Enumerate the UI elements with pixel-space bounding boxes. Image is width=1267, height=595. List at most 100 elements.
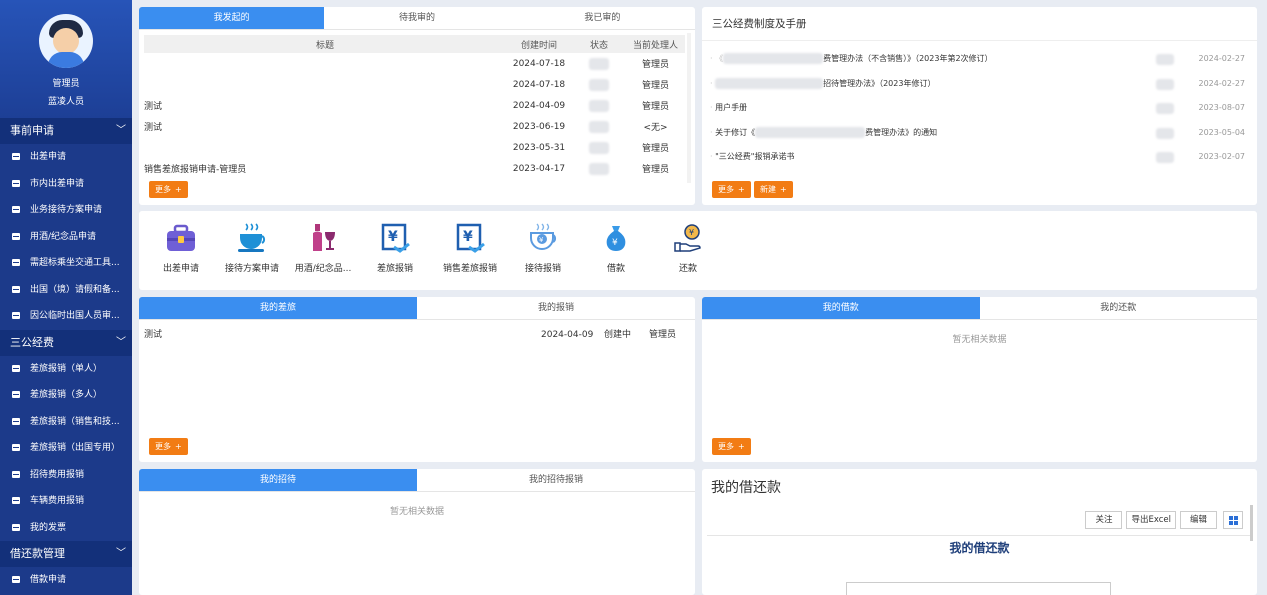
list-item[interactable]: · 《费管理办法（不含销售）》（2023年第2次修订） 2024-02-27 bbox=[710, 47, 1245, 72]
more-button[interactable]: 更多 + bbox=[149, 181, 188, 198]
nav-group-pre-application[interactable]: 事前申请 ﹀ bbox=[0, 118, 132, 144]
redacted-author bbox=[1156, 152, 1174, 163]
row-title[interactable] bbox=[144, 74, 506, 95]
document-icon bbox=[12, 417, 20, 425]
nav-item-my-invoices[interactable]: 我的发票 bbox=[0, 515, 132, 542]
nav-item-loan-application[interactable]: 借款申请 bbox=[0, 567, 132, 594]
table-row[interactable]: 2024-07-18 管理员 bbox=[144, 53, 685, 74]
export-excel-button[interactable]: 导出Excel bbox=[1126, 511, 1176, 529]
nav-item-vehicle-reimburse[interactable]: 车辆费用报销 bbox=[0, 488, 132, 515]
nav-item-reception-plan-application[interactable]: 业务接待方案申请 bbox=[0, 197, 132, 224]
edit-button[interactable]: 编辑 bbox=[1179, 511, 1217, 529]
nav-item-temporary-overseas[interactable]: 因公临时出国人员审... bbox=[0, 303, 132, 330]
quick-link-travel-reimburse[interactable]: ¥ 差旅报销 bbox=[360, 221, 430, 274]
scrollbar[interactable] bbox=[687, 33, 691, 183]
scrollbar[interactable] bbox=[1250, 505, 1253, 541]
follow-button[interactable]: 关注 bbox=[1085, 511, 1123, 529]
table-row[interactable]: 2024-07-18 管理员 bbox=[144, 74, 685, 95]
nav-item-overseas-leave[interactable]: 出国（境）请假和备... bbox=[0, 277, 132, 304]
nav-item-city-trip-application[interactable]: 市内出差申请 bbox=[0, 171, 132, 198]
document-icon bbox=[12, 364, 20, 372]
quick-link-wine-gift[interactable]: 用酒/纪念品... bbox=[288, 221, 358, 274]
policy-panel: 三公经费制度及手册 · 《费管理办法（不含销售）》（2023年第2次修订） 20… bbox=[702, 7, 1257, 205]
quick-link-reception-reimburse[interactable]: ¥ 接待报销 bbox=[508, 221, 578, 274]
tab-my-loans[interactable]: 我的借款 bbox=[702, 297, 980, 319]
tab-my-reception-reimbursements[interactable]: 我的招待报销 bbox=[417, 469, 695, 491]
yen-receipt-icon: ¥ bbox=[456, 223, 485, 253]
coffee-cup-icon bbox=[238, 223, 266, 252]
nav-item-wine-gift-application[interactable]: 用酒/纪念品申请 bbox=[0, 224, 132, 251]
row-handler: 管理员 bbox=[641, 144, 669, 154]
report-toolbar: 关注 导出Excel 编辑 bbox=[707, 502, 1251, 536]
svg-text:¥: ¥ bbox=[612, 238, 618, 248]
nav-group-loan-management[interactable]: 借还款管理 ﹀ bbox=[0, 541, 132, 567]
nav-item-trip-application[interactable]: 出差申请 bbox=[0, 144, 132, 171]
document-icon bbox=[12, 232, 20, 240]
empty-message: 暂无相关数据 bbox=[952, 335, 1007, 345]
document-icon bbox=[12, 576, 20, 583]
tab-my-receptions[interactable]: 我的招待 bbox=[139, 469, 417, 491]
quick-link-reception-plan[interactable]: 接待方案申请 bbox=[217, 221, 287, 274]
nav-item-travel-single[interactable]: 差旅报销（单人） bbox=[0, 356, 132, 383]
row-title[interactable] bbox=[144, 53, 506, 74]
document-icon bbox=[12, 444, 20, 451]
list-item[interactable]: · 招待管理办法》（2023年修订） 2024-02-27 bbox=[710, 72, 1245, 97]
list-item-status: 创建中 bbox=[604, 330, 632, 340]
quick-link-sales-travel-reimburse[interactable]: ¥ 销售差旅报销 bbox=[435, 221, 505, 274]
plus-icon: + bbox=[738, 185, 745, 194]
list-item[interactable]: · 关于修订《 费管理办法》的通知 2023-05-04 bbox=[710, 121, 1245, 146]
tab-my-trips[interactable]: 我的差旅 bbox=[139, 297, 417, 319]
quick-link-repay[interactable]: ¥ 还款 bbox=[653, 221, 723, 274]
nav-item-reception-reimburse[interactable]: 招待费用报销 bbox=[0, 462, 132, 489]
list-item-title[interactable]: 测试 bbox=[144, 330, 162, 340]
row-date: 2023-04-17 bbox=[512, 163, 566, 174]
document-icon bbox=[12, 523, 20, 531]
more-button[interactable]: 更多 + bbox=[149, 438, 188, 455]
tab-my-repayments[interactable]: 我的还款 bbox=[980, 297, 1258, 319]
quick-link-trip-application[interactable]: 出差申请 bbox=[146, 221, 216, 274]
loan-report-title: 我的借还款 bbox=[711, 480, 781, 496]
list-item[interactable]: · "三公经费"报销承诺书 2023-02-07 bbox=[710, 145, 1245, 170]
nav-group-three-public-expenses[interactable]: 三公经费 ﹀ bbox=[0, 329, 132, 356]
avatar[interactable] bbox=[39, 14, 93, 68]
redacted-text bbox=[723, 53, 824, 64]
quick-link-loan[interactable]: ¥ 借款 bbox=[581, 221, 651, 274]
list-item[interactable]: 测试 2024-04-09 创建中 管理员 bbox=[139, 320, 695, 350]
document-icon bbox=[12, 259, 20, 266]
table-row[interactable]: 2023-05-31 管理员 bbox=[144, 137, 685, 158]
report-box bbox=[846, 582, 1111, 595]
row-title[interactable]: 测试 bbox=[144, 95, 506, 116]
receptions-panel: 我的招待 我的招待报销 暂无相关数据 bbox=[139, 469, 695, 595]
more-button[interactable]: 更多 + bbox=[712, 438, 751, 455]
row-title[interactable]: 测试 bbox=[144, 116, 506, 137]
nav-item-travel-multi[interactable]: 差旅报销（多人） bbox=[0, 382, 132, 409]
redacted-author bbox=[1156, 103, 1174, 114]
table-row[interactable]: 测试 2024-04-09 管理员 bbox=[144, 95, 685, 116]
nav-item-travel-overseas[interactable]: 差旅报销（出国专用） bbox=[0, 435, 132, 462]
list-item-date: 2024-04-09 bbox=[541, 330, 594, 340]
list-item-date: 2023-05-04 bbox=[1198, 127, 1246, 137]
tab-reviewed[interactable]: 我已审的 bbox=[510, 7, 695, 29]
table-row[interactable]: 销售差旅报销申请-管理员 2023-04-17 管理员 bbox=[144, 158, 685, 179]
yen-cup-icon: ¥ bbox=[530, 223, 557, 250]
chevron-down-icon: ﹀ bbox=[116, 125, 126, 136]
row-title[interactable]: 销售差旅报销申请-管理员 bbox=[144, 158, 506, 179]
more-button[interactable]: 更多 + bbox=[712, 181, 751, 198]
document-icon bbox=[12, 312, 20, 319]
grid-view-icon[interactable] bbox=[1223, 511, 1243, 529]
tab-initiated[interactable]: 我发起的 bbox=[139, 7, 325, 29]
redacted-status bbox=[589, 99, 609, 112]
row-title[interactable] bbox=[144, 137, 506, 158]
nav-item-over-standard-transport[interactable]: 需超标乘坐交通工具... bbox=[0, 250, 132, 277]
redacted-status bbox=[589, 162, 609, 175]
nav-item-travel-sales[interactable]: 差旅报销（销售和技... bbox=[0, 409, 132, 436]
table-row[interactable]: 测试 2023-06-19 <无> bbox=[144, 116, 685, 137]
plus-icon: + bbox=[175, 185, 182, 194]
document-icon bbox=[12, 206, 20, 213]
new-button[interactable]: 新建 + bbox=[754, 181, 793, 198]
suitcase-icon bbox=[167, 224, 195, 251]
list-item[interactable]: · 用户手册 2023-08-07 bbox=[710, 96, 1245, 121]
tab-pending-review[interactable]: 待我审的 bbox=[324, 7, 509, 29]
column-header-status: 状态 bbox=[572, 35, 626, 53]
tab-my-reimbursements[interactable]: 我的报销 bbox=[417, 297, 695, 319]
